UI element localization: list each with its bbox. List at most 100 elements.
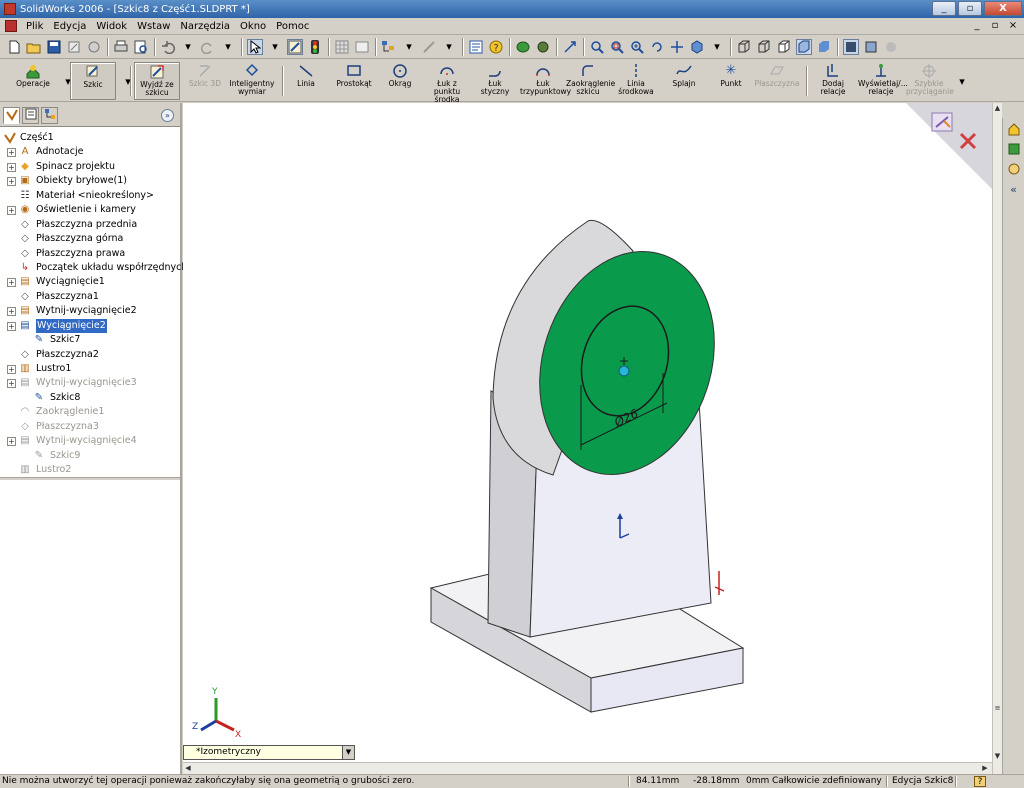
- expand-toggle-icon[interactable]: +: [7, 278, 16, 288]
- tree-item-mirror1[interactable]: + ▥ Lustro1: [0, 362, 180, 376]
- document-icon[interactable]: [5, 20, 17, 32]
- menu-edycja[interactable]: Edycja: [48, 21, 91, 32]
- point-button[interactable]: ✳ Punkt: [714, 62, 748, 100]
- hierarchy-dropdown-icon[interactable]: ▾: [401, 39, 417, 55]
- tree-root[interactable]: Część1: [0, 131, 180, 145]
- quick-snaps-button[interactable]: Szybkie przyciąganie: [906, 62, 954, 100]
- vertical-scrollbar[interactable]: ▲ ≡ ▼: [992, 103, 1002, 774]
- expand-toggle-icon[interactable]: +: [7, 437, 16, 447]
- scroll-down-icon[interactable]: ▼: [993, 751, 1002, 761]
- center-arc-button[interactable]: Łuk z punktu środka: [424, 62, 470, 104]
- model-canvas[interactable]: Ø26 Y X Z: [183, 103, 992, 774]
- tree-item-material[interactable]: ☷ Materiał <nieokreślony>: [0, 189, 180, 203]
- zoom-fit-icon[interactable]: [589, 39, 605, 55]
- tree-item-fillet1[interactable]: ◠ Zaokrąglenie1: [0, 405, 180, 419]
- standard-views-dropdown-icon[interactable]: ▾: [709, 39, 725, 55]
- make-drawing-icon[interactable]: [66, 39, 82, 55]
- exit-sketch-corner-icon[interactable]: [931, 112, 953, 132]
- line-button[interactable]: Linia: [290, 62, 322, 100]
- redo-icon[interactable]: [200, 39, 216, 55]
- expand-toggle-icon[interactable]: +: [7, 321, 16, 331]
- tree-item-sketch8[interactable]: ✎ Szkic8: [0, 391, 180, 405]
- table-icon[interactable]: [354, 39, 370, 55]
- horizontal-scrollbar[interactable]: ◀ ▶: [183, 762, 992, 774]
- undo-icon[interactable]: [160, 39, 176, 55]
- tree-item-extrude2[interactable]: + ▤ Wyciągnięcie2: [0, 318, 180, 333]
- tree-item-cut-extrude3[interactable]: + ▤ Wytnij-wyciągnięcie3: [0, 376, 180, 390]
- tree-item-cut-extrude4[interactable]: + ▤ Wytnij-wyciągnięcie4: [0, 434, 180, 448]
- help-icon[interactable]: ?: [488, 39, 504, 55]
- tree-item-extrude1[interactable]: + ▤ Wyciągnięcie1: [0, 275, 180, 289]
- menu-plik[interactable]: Plik: [21, 21, 48, 32]
- menu-widok[interactable]: Widok: [91, 21, 132, 32]
- tree-item-mirror2[interactable]: ▥ Lustro2: [0, 463, 180, 477]
- shadows-icon[interactable]: [843, 38, 859, 55]
- plane-button[interactable]: Płaszczyzna: [754, 62, 800, 100]
- menu-pomoc[interactable]: Pomoc: [271, 21, 314, 32]
- dim-tool-dropdown-icon[interactable]: ▾: [441, 39, 457, 55]
- features-tab-button[interactable]: Operacje: [8, 62, 58, 100]
- tangent-arc-button[interactable]: Łuk styczny: [474, 62, 516, 100]
- realview-icon[interactable]: [883, 39, 899, 55]
- centerline-button[interactable]: Linia środkowa: [616, 62, 656, 100]
- tree-item-sketch9[interactable]: ✎ Szkic9: [0, 449, 180, 463]
- menu-wstaw[interactable]: Wstaw: [132, 21, 175, 32]
- zoom-area-icon[interactable]: [609, 39, 625, 55]
- home-icon[interactable]: [1006, 122, 1022, 138]
- collapse-task-pane-icon[interactable]: «: [1006, 182, 1022, 198]
- view-orientation-dropdown[interactable]: *Izometryczny ▼: [183, 745, 355, 760]
- graphics-area[interactable]: Ø26 Y X Z *Izometryczny ▼: [183, 103, 992, 774]
- tree-item-right-plane[interactable]: ◇ Płaszczyzna prawa: [0, 247, 180, 261]
- feature-view-icon[interactable]: [515, 39, 531, 55]
- make-assembly-icon[interactable]: [86, 39, 102, 55]
- new-file-icon[interactable]: [6, 39, 22, 55]
- minimize-button[interactable]: _: [932, 1, 956, 16]
- tree-item-solid-bodies[interactable]: + ▣ Obiekty bryłowe(1): [0, 174, 180, 188]
- open-folder-icon[interactable]: [26, 39, 42, 55]
- add-relations-button[interactable]: Dodaj relacje: [810, 62, 856, 100]
- doc-close-button[interactable]: ×: [1006, 20, 1020, 31]
- expand-toggle-icon[interactable]: +: [7, 148, 16, 158]
- tree-item-lights-cameras[interactable]: + ◉ Oświetlenie i kamery: [0, 203, 180, 217]
- hidden-lines-removed-icon[interactable]: [776, 39, 792, 55]
- doc-minimize-button[interactable]: _: [970, 20, 984, 31]
- display-relations-button[interactable]: Wyświetlaj/... relacje: [858, 62, 908, 100]
- display-view-icon[interactable]: [562, 39, 578, 55]
- rectangle-button[interactable]: Prostokąt: [334, 62, 374, 100]
- feature-tree-tab[interactable]: [3, 107, 20, 124]
- expand-toggle-icon[interactable]: +: [7, 206, 16, 216]
- three-point-arc-button[interactable]: Łuk trzypunktowy: [520, 62, 571, 100]
- help-icon[interactable]: ?: [974, 776, 986, 787]
- shaded-with-edges-icon[interactable]: [796, 38, 812, 55]
- scroll-right-icon[interactable]: ▶: [980, 763, 990, 774]
- scroll-up-icon[interactable]: ▲: [993, 103, 1002, 113]
- tree-item-plane1[interactable]: ◇ Płaszczyzna1: [0, 290, 180, 304]
- options-grid-icon[interactable]: [334, 39, 350, 55]
- exit-sketch-button[interactable]: Wyjdź ze szkicu: [134, 62, 180, 100]
- expand-toggle-icon[interactable]: +: [7, 177, 16, 187]
- rebuild-traffic-light-icon[interactable]: [307, 39, 323, 55]
- tree-item-sketch7[interactable]: ✎ Szkic7: [0, 333, 180, 347]
- design-library-icon[interactable]: [1006, 142, 1022, 158]
- solidworks-app-icon[interactable]: [4, 3, 16, 15]
- collapse-panel-button[interactable]: »: [161, 109, 174, 122]
- rotate-view-icon[interactable]: [649, 39, 665, 55]
- doc-restore-button[interactable]: ▫: [988, 20, 1002, 31]
- tree-item-front-plane[interactable]: ◇ Płaszczyzna przednia: [0, 218, 180, 232]
- menu-narzedzia[interactable]: Narzędzia: [175, 21, 235, 32]
- dim-tool-icon[interactable]: [421, 39, 437, 55]
- sketch-mode-icon[interactable]: [287, 38, 303, 55]
- property-manager-tab[interactable]: [22, 107, 39, 124]
- expand-toggle-icon[interactable]: +: [7, 365, 16, 374]
- hierarchy-icon[interactable]: [381, 39, 397, 55]
- maximize-button[interactable]: ▫: [958, 1, 982, 16]
- select-arrow-icon[interactable]: [247, 38, 263, 55]
- scroll-split-icon[interactable]: ≡: [993, 703, 1002, 713]
- print-preview-icon[interactable]: [133, 39, 149, 55]
- smart-dimension-button[interactable]: Inteligentny wymiar: [228, 62, 276, 100]
- properties-icon[interactable]: [468, 39, 484, 55]
- redo-dropdown-icon[interactable]: ▾: [220, 39, 236, 55]
- save-icon[interactable]: [46, 39, 62, 55]
- spline-button[interactable]: Splajn: [666, 62, 702, 100]
- tree-item-origin[interactable]: ↳ Początek układu współrzędnych: [0, 261, 188, 275]
